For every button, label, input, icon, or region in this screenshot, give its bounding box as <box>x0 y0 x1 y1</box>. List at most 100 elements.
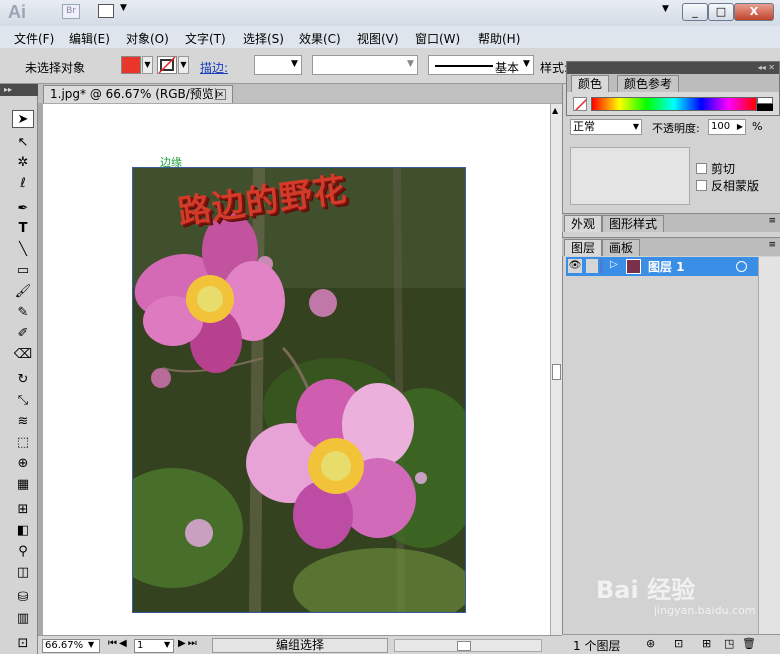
tab-appearance[interactable]: 外观 <box>564 215 603 232</box>
color-spectrum[interactable] <box>591 97 757 111</box>
shape-builder-tool-icon[interactable]: ⊕ <box>12 455 34 473</box>
locate-object-icon[interactable]: ⊛ <box>646 637 655 650</box>
new-sublayer-icon[interactable]: ⊞ <box>702 637 711 650</box>
none-color-icon[interactable] <box>573 97 587 111</box>
chevron-down-icon[interactable]: ▼ <box>291 59 298 69</box>
pen-tool-icon[interactable]: ✒ <box>12 200 34 218</box>
clip-checkbox[interactable]: 剪切 <box>696 160 735 177</box>
pencil-tool-icon[interactable]: ✎ <box>12 304 34 322</box>
invert-mask-checkbox[interactable]: 反相蒙版 <box>696 177 759 194</box>
eraser-tool-icon[interactable]: ⌫ <box>12 346 34 364</box>
paintbrush-tool-icon[interactable]: 🖌 <box>12 283 34 301</box>
layer-name[interactable]: 图层 1 <box>648 258 685 275</box>
layers-scrollbar[interactable] <box>758 257 780 634</box>
blend-tool-icon[interactable]: ◫ <box>12 564 34 582</box>
arrange-documents-icon[interactable] <box>98 4 114 18</box>
chevron-down-icon[interactable]: ▼ <box>633 120 639 134</box>
menu-file[interactable]: 文件(F) <box>14 30 54 47</box>
stroke-dropdown[interactable]: ▼ <box>178 56 189 74</box>
white-swatch[interactable] <box>757 97 773 104</box>
fill-swatch[interactable] <box>121 56 141 74</box>
black-swatch[interactable] <box>757 104 773 111</box>
gradient-tool-icon[interactable]: ◧ <box>12 522 34 540</box>
direct-selection-tool-icon[interactable]: ↖ <box>12 134 34 152</box>
minimize-button[interactable]: _ <box>682 3 708 21</box>
selection-tool-icon[interactable]: ➤ <box>12 110 34 128</box>
scroll-up-icon[interactable]: ▲ <box>552 106 558 115</box>
tab-color[interactable]: 颜色 <box>571 75 610 92</box>
delete-layer-icon[interactable]: 🗑 <box>742 637 756 650</box>
maximize-button[interactable]: □ <box>708 3 734 21</box>
vertical-scrollbar[interactable]: ▲ <box>550 104 562 641</box>
symbol-sprayer-tool-icon[interactable]: ⛁ <box>12 589 34 607</box>
new-layer-icon[interactable]: ◳ <box>724 637 734 650</box>
lasso-tool-icon[interactable]: ℓ <box>12 175 34 193</box>
blob-brush-tool-icon[interactable]: ✐ <box>12 325 34 343</box>
chevron-right-icon[interactable]: ▶ <box>737 120 743 134</box>
stroke-weight-field[interactable]: ▼ <box>254 55 302 75</box>
eye-icon[interactable]: 👁 <box>568 259 582 273</box>
flower-photo[interactable]: 路边的野花 <box>132 167 466 613</box>
stroke-label[interactable]: 描边: <box>200 59 228 76</box>
horizontal-scrollbar[interactable] <box>394 639 542 652</box>
close-button[interactable]: X <box>734 3 774 21</box>
layer-row[interactable]: 👁 ▷ 图层 1 <box>566 257 760 276</box>
menu-type[interactable]: 文字(T) <box>185 30 226 47</box>
tab-color-guide[interactable]: 颜色参考 <box>617 75 680 92</box>
panel-grip[interactable]: ▸▸ <box>0 84 38 96</box>
menu-edit[interactable]: 编辑(E) <box>69 30 110 47</box>
artboard-canvas[interactable]: 边缘 路边的野花 <box>43 104 550 641</box>
tab-layers[interactable]: 图层 <box>564 239 603 256</box>
vertical-scroll-thumb[interactable] <box>552 364 561 380</box>
stroke-swatch[interactable] <box>157 56 177 74</box>
blend-mode-select[interactable]: 正常 ▼ <box>570 119 642 135</box>
menu-window[interactable]: 窗口(W) <box>415 30 460 47</box>
panel-grip[interactable]: ◂◂ ✕ <box>567 62 779 74</box>
rotate-tool-icon[interactable]: ↻ <box>12 371 34 389</box>
tab-graphic-styles[interactable]: 图形样式 <box>602 215 665 232</box>
document-tab[interactable]: 1.jpg* @ 66.67% (RGB/预览) ✕ <box>43 85 233 103</box>
menu-select[interactable]: 选择(S) <box>243 30 284 47</box>
menu-help[interactable]: 帮助(H) <box>478 30 520 47</box>
opacity-value: 100 <box>711 121 731 132</box>
brush-definition[interactable]: 基本 ▼ <box>428 55 534 75</box>
make-clipping-mask-icon[interactable]: ⊡ <box>674 637 683 650</box>
chevron-down-icon[interactable]: ▼ <box>164 640 170 649</box>
target-circle-icon[interactable] <box>736 261 747 272</box>
free-transform-tool-icon[interactable]: ⬚ <box>12 434 34 452</box>
chevron-down-icon[interactable]: ▼ <box>523 59 530 69</box>
next-last-artboard-icon[interactable]: ▶⏭ <box>178 638 199 649</box>
chevron-down-icon[interactable]: ▼ <box>120 3 127 13</box>
chevron-down-icon[interactable]: ▼ <box>407 59 414 69</box>
expand-triangle-icon[interactable]: ▷ <box>610 259 618 270</box>
warp-tool-icon[interactable]: ≋ <box>12 413 34 431</box>
horizontal-scroll-thumb[interactable] <box>457 641 471 651</box>
chevron-down-icon[interactable]: ▼ <box>88 640 94 649</box>
close-icon[interactable]: ✕ <box>215 89 226 100</box>
status-menu[interactable]: 编组选择 <box>212 638 388 653</box>
mesh-tool-icon[interactable]: ⊞ <box>12 501 34 519</box>
fill-dropdown[interactable]: ▼ <box>142 56 153 74</box>
type-tool-icon[interactable]: T <box>12 220 34 238</box>
rectangle-tool-icon[interactable]: ▭ <box>12 262 34 280</box>
tab-artboards[interactable]: 画板 <box>602 239 641 256</box>
eyedropper-tool-icon[interactable]: ⚲ <box>12 543 34 561</box>
panel-menu-icon[interactable]: ≡ <box>768 216 776 226</box>
column-graph-tool-icon[interactable]: ▥ <box>12 610 34 628</box>
panel-menu-icon[interactable]: ≡ <box>768 240 776 250</box>
variable-width-profile[interactable]: ▼ <box>312 55 418 75</box>
opacity-field[interactable]: 100 ▶ <box>708 119 746 135</box>
artboard-tool-icon[interactable]: ⊡ <box>12 635 34 653</box>
lock-toggle[interactable] <box>586 259 598 273</box>
magic-wand-tool-icon[interactable]: ✲ <box>12 154 34 172</box>
workspace-chevron-icon[interactable]: ▼ <box>662 4 669 14</box>
menu-view[interactable]: 视图(V) <box>357 30 399 47</box>
menu-object[interactable]: 对象(O) <box>126 30 169 47</box>
line-tool-icon[interactable]: ╲ <box>12 241 34 259</box>
perspective-grid-tool-icon[interactable]: ▦ <box>12 476 34 494</box>
first-prev-artboard-icon[interactable]: ⏮◀ <box>108 638 129 649</box>
document-area: 1.jpg* @ 66.67% (RGB/预览) ✕ 边缘 路边的野花 ▲ 66… <box>38 84 562 654</box>
bridge-button[interactable]: Br <box>62 4 80 19</box>
menu-effect[interactable]: 效果(C) <box>299 30 341 47</box>
scale-tool-icon[interactable]: ⤡ <box>12 392 34 410</box>
